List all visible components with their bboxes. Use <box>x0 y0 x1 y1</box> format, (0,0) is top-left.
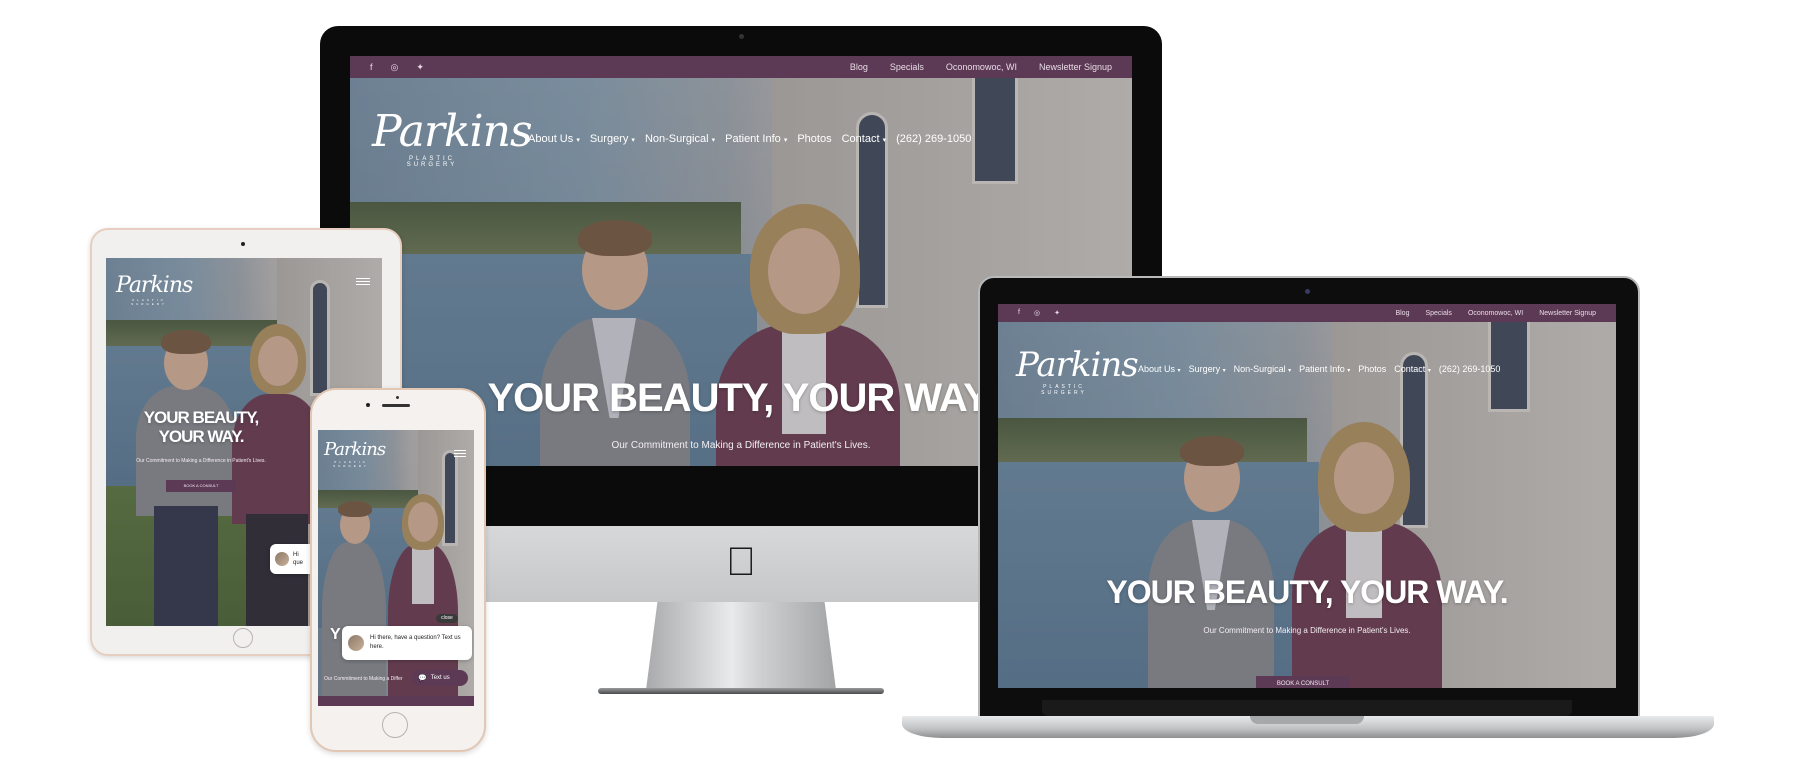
nav-non-surgical[interactable]: Non-Surgical ▾ <box>1234 364 1292 374</box>
caret-down-icon: ▾ <box>882 137 887 144</box>
imac-camera <box>739 34 744 39</box>
macbook-camera <box>1305 289 1310 294</box>
logo-subtitle: PLASTIC SURGERY <box>131 298 167 306</box>
text-us-button[interactable]: 💬 Text us <box>412 670 468 686</box>
caret-down-icon: ▾ <box>783 137 788 144</box>
caret-down-icon: ▾ <box>576 137 580 144</box>
facebook-icon[interactable]: f <box>370 62 373 73</box>
hero-subline-partial: Our Commitment to Making a Differ <box>324 676 403 682</box>
hero: Parkins PLASTIC SURGERY Y Our Commitment… <box>318 430 474 706</box>
nav-patient-info[interactable]: Patient Info ▾ <box>1299 364 1350 374</box>
iphone-camera <box>366 403 370 407</box>
logo[interactable]: Parkins PLASTIC SURGERY <box>116 273 193 307</box>
logo[interactable]: Parkins PLASTIC SURGERY <box>324 439 386 469</box>
blog-link[interactable]: Blog <box>1395 310 1409 317</box>
agent-avatar <box>275 552 289 566</box>
logo-subtitle: PLASTIC SURGERY <box>1041 384 1087 396</box>
hero: Parkins PLASTIC SURGERY About Us ▾ Surge… <box>998 322 1616 688</box>
newsletter-link[interactable]: Newsletter Signup <box>1539 310 1596 317</box>
hero-headline: YOUR BEAUTY, YOUR WAY. <box>1106 574 1508 610</box>
nav-surgery[interactable]: Surgery ▾ <box>590 133 635 145</box>
nav-patient-info[interactable]: Patient Info ▾ <box>725 133 787 145</box>
specials-link[interactable]: Specials <box>890 62 924 72</box>
agent-avatar <box>348 635 364 651</box>
hero-subline: Our Commitment to Making a Difference in… <box>1203 626 1411 635</box>
chat-close-button[interactable]: close <box>436 614 458 623</box>
logo[interactable]: Parkins PLASTIC SURGERY <box>372 106 533 169</box>
nav-phone[interactable]: (262) 269-1050 <box>1439 364 1501 374</box>
utility-bar: f ◎ ✦ Blog Specials Oconomowoc, WI Newsl… <box>350 56 1132 78</box>
imac-base <box>598 688 884 694</box>
apple-logo-icon:  <box>720 540 762 584</box>
main-nav: About Us ▾ Surgery ▾ Non-Surgical ▾ Pati… <box>1138 364 1500 374</box>
logo-script: Parkins <box>372 106 533 157</box>
caret-down-icon: ▾ <box>1427 368 1431 374</box>
chat-bubble-icon: 💬 <box>418 675 427 682</box>
logo[interactable]: Parkins PLASTIC SURGERY <box>1016 345 1139 396</box>
nav-about-us[interactable]: About Us ▾ <box>528 133 580 145</box>
nav-non-surgical[interactable]: Non-Surgical ▾ <box>645 133 715 145</box>
logo-subtitle: PLASTIC SURGERY <box>333 460 369 468</box>
bottom-cta-bar[interactable] <box>318 696 474 706</box>
hero-subline: Our Commitment to Making a Difference in… <box>136 458 266 464</box>
newsletter-link[interactable]: Newsletter Signup <box>1039 62 1112 72</box>
ipad-camera <box>241 242 245 246</box>
caret-down-icon: ▾ <box>1222 368 1226 374</box>
instagram-icon[interactable]: ◎ <box>391 62 399 73</box>
logo-script: Parkins <box>1016 345 1139 385</box>
menu-icon[interactable] <box>454 450 466 459</box>
blog-link[interactable]: Blog <box>850 62 868 72</box>
main-nav: About Us ▾ Surgery ▾ Non-Surgical ▾ Pati… <box>528 133 971 145</box>
caret-down-icon: ▾ <box>1288 368 1292 374</box>
macbook-lower-bezel <box>1042 700 1572 716</box>
specials-link[interactable]: Specials <box>1425 310 1451 317</box>
nav-phone[interactable]: (262) 269-1050 <box>896 133 971 145</box>
location-link[interactable]: Oconomowoc, WI <box>1468 310 1523 317</box>
iphone-screen: Parkins PLASTIC SURGERY Y Our Commitment… <box>318 430 474 706</box>
logo-script: Parkins <box>116 273 193 298</box>
facebook-icon[interactable]: f <box>1018 309 1020 317</box>
hero-headline-partial: Y <box>330 626 341 643</box>
location-link[interactable]: Oconomowoc, WI <box>946 62 1017 72</box>
caret-down-icon: ▾ <box>711 137 716 144</box>
nav-photos[interactable]: Photos <box>797 133 831 145</box>
utility-bar: f ◎ ✦ Blog Specials Oconomowoc, WI Newsl… <box>998 304 1616 322</box>
hero-headline: YOUR BEAUTY, YOUR WAY. <box>143 408 260 446</box>
caret-down-icon: ▾ <box>1177 368 1181 374</box>
macbook-notch <box>1250 716 1364 724</box>
book-consult-button[interactable]: BOOK A CONSULT <box>1256 676 1350 688</box>
nav-contact[interactable]: Contact ▾ <box>842 133 887 145</box>
ipad-home-button <box>233 628 253 648</box>
iphone-home-button <box>382 712 408 738</box>
book-consult-button[interactable]: BOOK A CONSULT <box>166 480 236 492</box>
iphone-sensor <box>396 396 399 399</box>
twitter-icon[interactable]: ✦ <box>1054 309 1060 317</box>
chat-popup[interactable]: Hi there, have a question? Text us here. <box>342 626 472 660</box>
logo-script: Parkins <box>324 439 386 460</box>
nav-photos[interactable]: Photos <box>1358 364 1386 374</box>
imac-stand <box>646 602 836 690</box>
iphone-speaker <box>382 404 410 407</box>
caret-down-icon: ▾ <box>1347 368 1351 374</box>
twitter-icon[interactable]: ✦ <box>416 62 424 73</box>
caret-down-icon: ▾ <box>631 137 635 144</box>
nav-contact[interactable]: Contact ▾ <box>1394 364 1431 374</box>
macbook-screen: f ◎ ✦ Blog Specials Oconomowoc, WI Newsl… <box>998 304 1616 688</box>
logo-subtitle: PLASTIC SURGERY <box>406 156 458 168</box>
nav-about-us[interactable]: About Us ▾ <box>1138 364 1181 374</box>
chat-message: Hi there, have a question? Text us here. <box>370 635 461 650</box>
menu-icon[interactable] <box>356 278 370 287</box>
nav-surgery[interactable]: Surgery ▾ <box>1189 364 1226 374</box>
instagram-icon[interactable]: ◎ <box>1034 309 1040 317</box>
hero-overlay <box>318 430 474 706</box>
